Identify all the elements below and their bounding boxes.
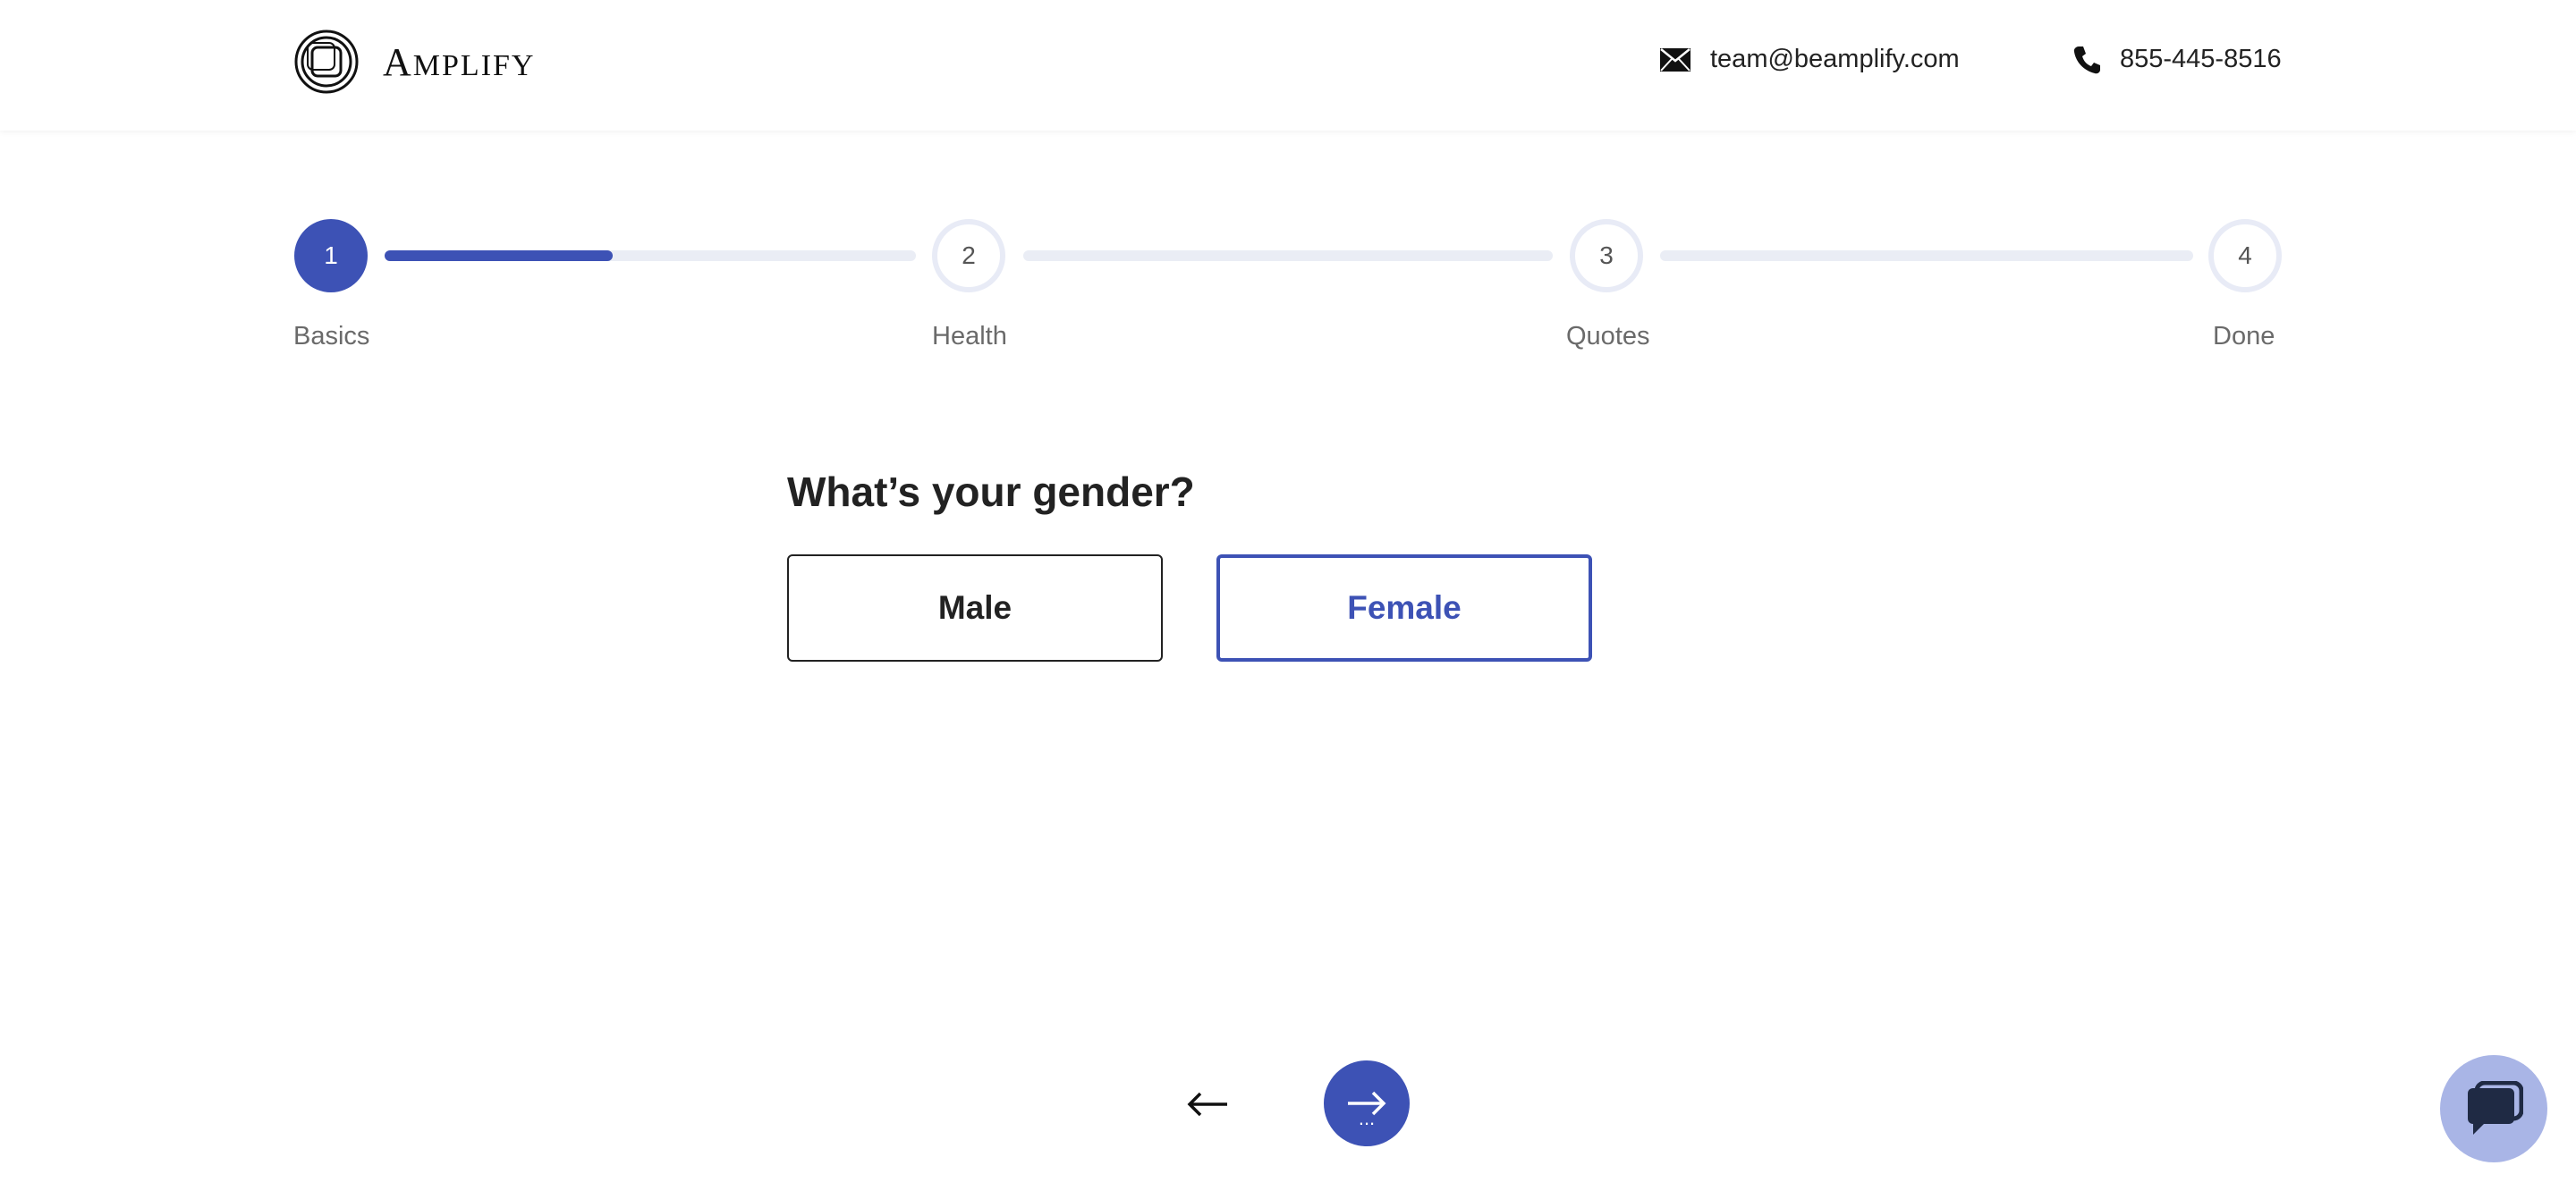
- step-1-number: 1: [324, 241, 338, 269]
- step-3-circle: 3: [1570, 219, 1643, 292]
- step-4-label: Done: [2213, 322, 2275, 351]
- amplify-logo-icon: [294, 30, 359, 94]
- next-button[interactable]: ...: [1324, 1060, 1410, 1146]
- phone-icon: [2073, 46, 2100, 73]
- logo-wordmark: AMPLIFY: [383, 39, 535, 85]
- next-loading-dots: ...: [1358, 1107, 1376, 1129]
- step-4-number: 4: [2238, 241, 2252, 269]
- question-title: What’s your gender?: [787, 469, 1195, 515]
- phone-link[interactable]: 855-445-8516: [2120, 45, 2282, 74]
- email-link[interactable]: team@beamplify.com: [1710, 45, 1960, 74]
- progress-track-1-fill: [385, 250, 614, 261]
- progress-track-1: [385, 250, 916, 261]
- back-button[interactable]: [1181, 1077, 1234, 1131]
- step-3-label: Quotes: [1566, 322, 1650, 351]
- logo-wordmark-first: A: [383, 39, 413, 84]
- chat-bubbles-icon: [2468, 1081, 2523, 1135]
- email-contact[interactable]: team@beamplify.com: [1660, 45, 1960, 74]
- gender-option-male[interactable]: Male: [787, 554, 1163, 662]
- envelope-icon: [1660, 47, 1690, 72]
- step-3-number: 3: [1599, 241, 1614, 269]
- logo-wordmark-rest: MPLIFY: [412, 48, 536, 82]
- amplify-logo[interactable]: AMPLIFY: [293, 29, 535, 95]
- arrow-left-icon: [1187, 1092, 1227, 1117]
- progress-track-3: [1660, 250, 2193, 261]
- site-header: AMPLIFY team@beamplify.com 855-445-8516: [0, 0, 2576, 131]
- step-2-circle: 2: [932, 219, 1005, 292]
- gender-option-female[interactable]: Female: [1216, 554, 1592, 662]
- step-2-number: 2: [962, 241, 976, 269]
- step-1-circle: 1: [294, 219, 368, 292]
- step-2-label: Health: [932, 322, 1007, 351]
- chat-widget-button[interactable]: [2440, 1055, 2547, 1162]
- step-4-circle: 4: [2208, 219, 2282, 292]
- step-1-label: Basics: [293, 322, 370, 351]
- phone-contact[interactable]: 855-445-8516: [2073, 45, 2282, 74]
- progress-track-2: [1023, 250, 1553, 261]
